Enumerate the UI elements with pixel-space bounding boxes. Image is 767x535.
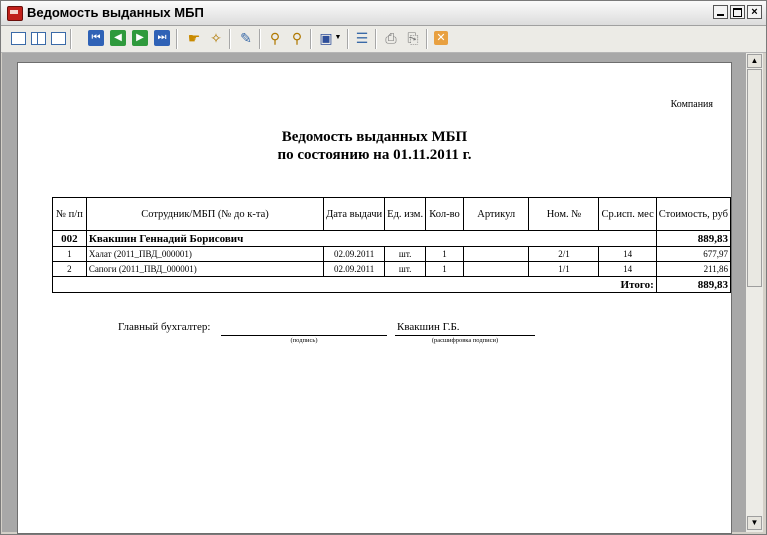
preview-area: Компания Ведомость выданных МБП по состо… — [2, 53, 746, 534]
row-nom: 1/1 — [528, 261, 600, 277]
row-unit: шт. — [384, 246, 427, 262]
signature-name: Квакшин Г.Б. — [397, 321, 460, 333]
header-num: № п/п — [52, 197, 87, 231]
page-view-icon[interactable] — [9, 29, 27, 47]
row-date: 02.09.2011 — [323, 261, 386, 277]
group-row: 002 Квакшин Геннадий Борисович 889,83 — [52, 230, 732, 247]
row-qty: 1 — [425, 261, 464, 277]
row-name: Сапоги (2011_ПВД_000001) — [85, 261, 325, 277]
scroll-up-button[interactable]: ▲ — [747, 54, 762, 68]
signature-caption: (подпись) — [290, 337, 318, 344]
total-label: Итого: — [52, 276, 657, 293]
header-life: Ср.исп. мес — [598, 197, 657, 231]
group-total: 889,83 — [655, 230, 732, 247]
bookmarks-icon[interactable]: ☛ — [185, 29, 203, 47]
table-header-row: № п/п Сотрудник/МБП (№ до к-та) Дата выд… — [52, 197, 732, 231]
title-bar: Ведомость выданных МБП × — [1, 1, 766, 26]
header-unit: Ед. изм. — [384, 197, 427, 231]
tree-icon[interactable]: ☰ — [353, 29, 371, 47]
close-button[interactable]: × — [747, 5, 762, 19]
header-qty: Кол-во — [425, 197, 464, 231]
row-life: 14 — [598, 261, 657, 277]
signature-line — [221, 335, 387, 336]
row-unit: шт. — [384, 261, 427, 277]
signature-decode-caption: (расшифровка подписи) — [431, 337, 499, 344]
maximize-button[interactable] — [730, 5, 745, 19]
toolbar-separator — [259, 29, 261, 49]
company-label: Компания — [670, 99, 713, 110]
table-row: 2 Сапоги (2011_ПВД_000001) 02.09.2011 шт… — [52, 261, 732, 277]
row-article — [462, 261, 530, 277]
vertical-scrollbar[interactable]: ▲ ▼ — [746, 53, 763, 532]
report-table: № п/п Сотрудник/МБП (№ до к-та) Дата выд… — [52, 197, 732, 293]
print-icon[interactable]: ⎙ — [382, 29, 400, 47]
row-date: 02.09.2011 — [323, 246, 386, 262]
header-date: Дата выдачи — [323, 197, 386, 231]
total-row: Итого: 889,83 — [52, 276, 732, 293]
report-title: Ведомость выданных МБП — [281, 129, 468, 145]
minimize-button[interactable] — [713, 5, 728, 19]
edit-icon[interactable]: ✎ — [237, 29, 255, 47]
toolbar-separator — [347, 29, 349, 49]
toolbar-separator — [176, 29, 178, 49]
row-num: 1 — [52, 246, 87, 262]
signature-name-line — [395, 335, 535, 336]
row-cost: 211,86 — [655, 261, 732, 277]
last-page-icon[interactable]: ⏭ — [153, 29, 171, 47]
window-title: Ведомость выданных МБП — [27, 5, 204, 20]
total-value: 889,83 — [655, 276, 732, 293]
app-icon — [7, 6, 23, 21]
find-icon[interactable]: ✧ — [207, 29, 225, 47]
save-dropdown-icon[interactable]: ▼ — [333, 29, 343, 47]
close-preview-icon[interactable]: ✕ — [432, 29, 450, 47]
table-row: 1 Халат (2011_ПВД_000001) 02.09.2011 шт.… — [52, 246, 732, 262]
prev-page-icon[interactable]: ◀ — [109, 29, 127, 47]
header-article: Артикул — [462, 197, 530, 231]
toolbar: ⏮ ◀ ▶ ⏭ ☛ ✧ ✎ ⚲ ⚲ ▣ ▼ ☰ ⎙ ⎘ ✕ — [1, 26, 766, 53]
row-article — [462, 246, 530, 262]
row-cost: 677,97 — [655, 246, 732, 262]
toolbar-separator — [310, 29, 312, 49]
row-life: 14 — [598, 246, 657, 262]
toolbar-separator — [229, 29, 231, 49]
report-page: Компания Ведомость выданных МБП по состо… — [17, 62, 732, 534]
two-page-view-icon[interactable] — [29, 29, 47, 47]
header-nom: Ном. № — [528, 197, 600, 231]
row-qty: 1 — [425, 246, 464, 262]
toolbar-separator — [426, 29, 428, 49]
zoom-out-icon[interactable]: ⚲ — [288, 29, 306, 47]
group-name: Квакшин Геннадий Борисович — [85, 230, 657, 247]
row-name: Халат (2011_ПВД_000001) — [85, 246, 325, 262]
signature-label: Главный бухгалтер: — [118, 321, 211, 333]
row-nom: 2/1 — [528, 246, 600, 262]
preview-window: Ведомость выданных МБП × ⏮ ◀ ▶ ⏭ ☛ ✧ ✎ ⚲… — [0, 0, 767, 535]
toolbar-separator — [375, 29, 377, 49]
scroll-thumb[interactable] — [747, 69, 762, 287]
header-employee: Сотрудник/МБП (№ до к-та) — [85, 197, 325, 231]
first-page-icon[interactable]: ⏮ — [87, 29, 105, 47]
report-subtitle: по состоянию на 01.11.2011 г. — [277, 147, 472, 163]
header-cost: Стоимость, руб — [655, 197, 732, 231]
toolbar-separator — [70, 29, 72, 49]
scroll-down-button[interactable]: ▼ — [747, 516, 762, 530]
page-setup-icon[interactable] — [49, 29, 69, 47]
row-num: 2 — [52, 261, 87, 277]
zoom-in-icon[interactable]: ⚲ — [266, 29, 284, 47]
next-page-icon[interactable]: ▶ — [131, 29, 149, 47]
group-code: 002 — [52, 230, 87, 247]
print-setup-icon[interactable]: ⎘ — [404, 29, 422, 47]
